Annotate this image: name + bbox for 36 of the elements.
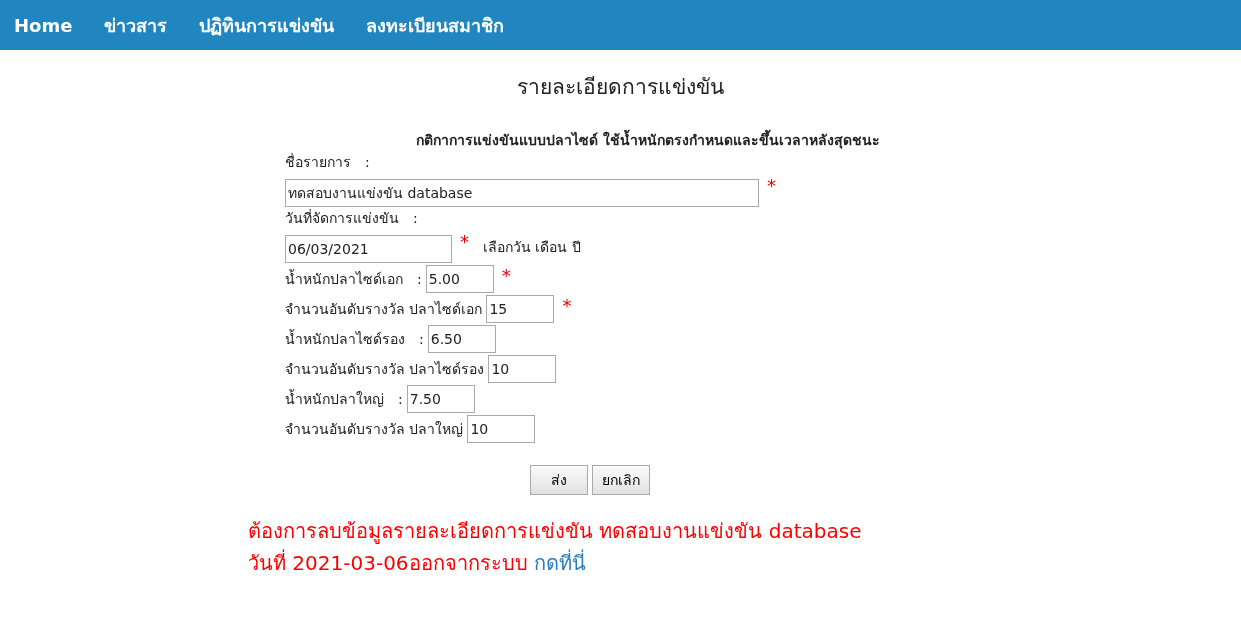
delete-message: ต้องการลบข้อมูลรายละเอียดการแข่งขัน ทดสอบงานแข่งขัน database วันที่ 2021-03-06ออกจากระบบ กดที่นี่ [248, 518, 863, 577]
required-mark: * [460, 231, 469, 252]
input-field[interactable]: 10 [488, 355, 557, 383]
required-mark: * [562, 295, 572, 316]
field-label: วันที่จัดการแข่งขัน [285, 208, 399, 228]
nav-link[interactable]: ลงทะเบียนสมาชิก [366, 10, 505, 40]
rule-text: กติกาการแข่งขันแบบปลาไซด์ ใช้น้ำหนักตรงกำหนดและขึ้นเวลาหลังสุดชนะ [285, 129, 880, 151]
input-field[interactable]: 10 [467, 415, 536, 443]
input-field[interactable]: ทดสอบงานแข่งขัน database [285, 179, 759, 207]
input-field[interactable]: 06/03/2021 [285, 235, 452, 263]
required-mark: * [501, 265, 511, 286]
field-label: ชื่อรายการ [285, 152, 351, 172]
input-field[interactable]: 7.50 [406, 385, 475, 413]
form-button[interactable]: ส่ง [530, 465, 588, 495]
field-label: จำนวนอันดับรางวัล ปลาใหญ่ [285, 420, 464, 439]
field-label: น้ำหนักปลาไซด์เอก [285, 268, 403, 289]
input-field[interactable]: 15 [486, 295, 555, 323]
page-title: รายละเอียดการแข่งขัน [516, 74, 725, 101]
colon: : [417, 271, 422, 287]
nav-link[interactable]: Home [14, 14, 73, 36]
nav-link[interactable]: ข่าวสาร [104, 10, 168, 40]
field-label: น้ำหนักปลาไซด์รอง [285, 328, 405, 349]
input-field[interactable]: 5.00 [425, 265, 494, 293]
colon: : [419, 331, 424, 347]
field-hint: เลือกวัน เดือน ปี [483, 238, 581, 257]
form-button[interactable]: ยกเลิก [592, 465, 650, 495]
click-here-link[interactable]: กดที่นี่ [533, 551, 586, 575]
colon: : [398, 391, 403, 407]
field-label: จำนวนอันดับรางวัล ปลาไซด์เอก [285, 300, 483, 319]
colon: : [365, 154, 370, 170]
colon: : [413, 210, 418, 226]
field-label: จำนวนอันดับรางวัล ปลาไซด์รอง [285, 360, 485, 379]
nav-link[interactable]: ปฏิทินการแข่งขัน [199, 10, 335, 40]
required-mark: * [767, 175, 776, 196]
field-label: น้ำหนักปลาใหญ่ [285, 388, 384, 409]
input-field[interactable]: 6.50 [427, 325, 496, 353]
